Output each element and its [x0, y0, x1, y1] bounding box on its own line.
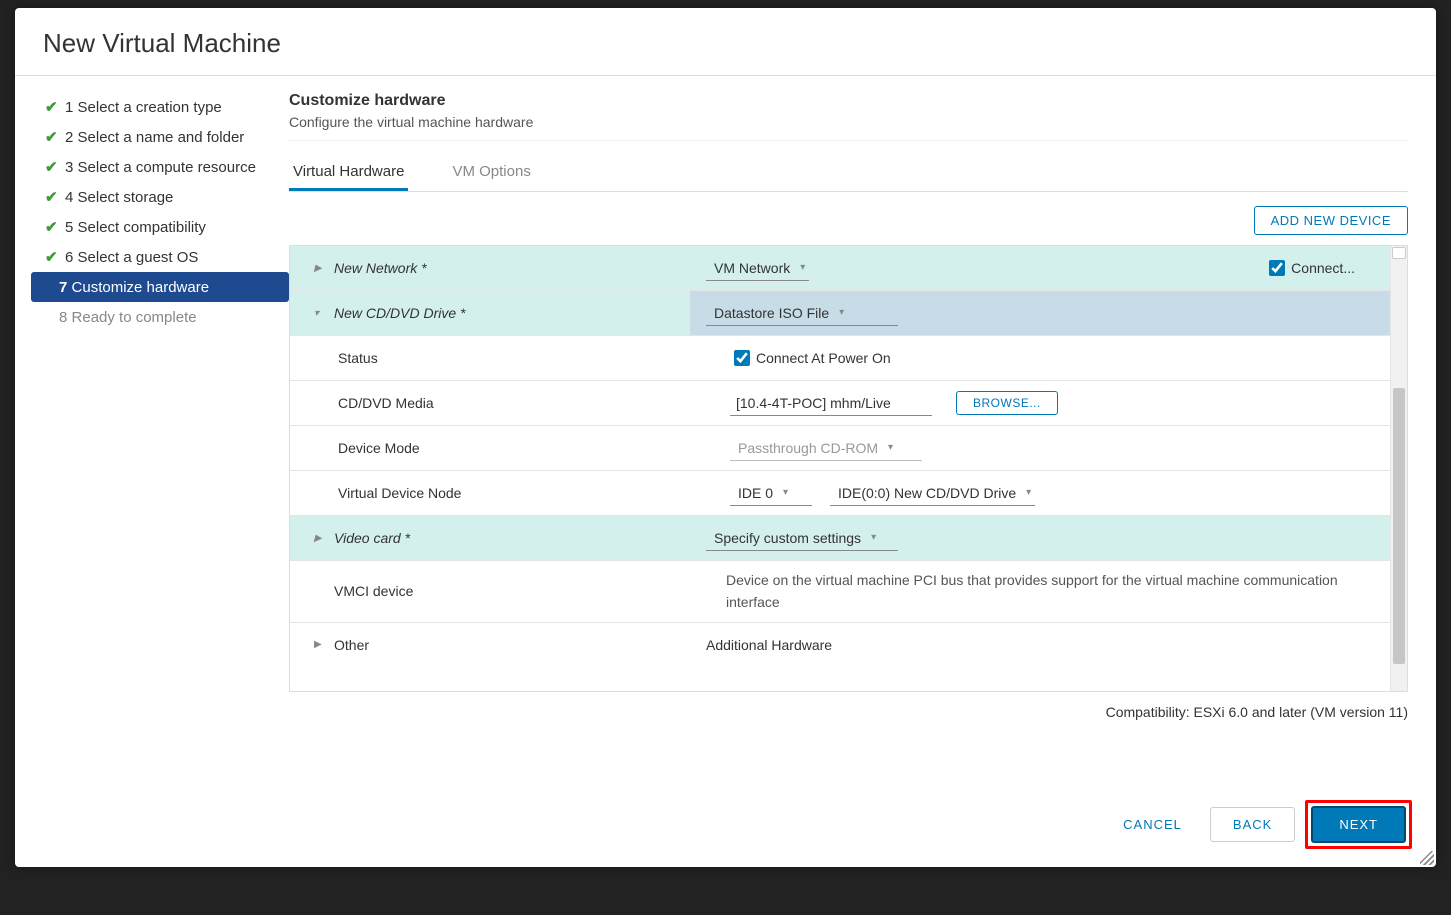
cancel-button[interactable]: CANCEL: [1105, 807, 1200, 842]
wizard-step-guest-os[interactable]: ✔6 Select a guest OS: [31, 242, 289, 272]
connect-power-on-checkbox[interactable]: [734, 350, 750, 366]
video-settings-select[interactable]: Specify custom settings▾: [706, 526, 898, 551]
network-select[interactable]: VM Network▾: [706, 256, 809, 281]
cddvd-media-input[interactable]: [730, 391, 932, 416]
scrollbar-thumb[interactable]: [1393, 388, 1405, 664]
wizard-step-customize-hw[interactable]: ✔7 Customize hardware: [31, 272, 289, 302]
chevron-down-icon: ▾: [800, 262, 805, 273]
next-highlight-box: NEXT: [1305, 800, 1412, 849]
new-vm-modal: New Virtual Machine ✔1 Select a creation…: [15, 8, 1436, 867]
caret-right-icon: ▶: [314, 263, 328, 274]
modal-title: New Virtual Machine: [15, 8, 1436, 76]
hardware-table: ▶New Network * VM Network▾ Connect... ▾N…: [289, 245, 1408, 692]
check-icon: ✔: [45, 128, 59, 146]
device-mode-select: Passthrough CD-ROM▾: [730, 436, 922, 461]
caret-right-icon: ▶: [314, 639, 328, 650]
chevron-down-icon: ▾: [888, 442, 893, 453]
ide-slot-select[interactable]: IDE(0:0) New CD/DVD Drive▾: [830, 481, 1035, 506]
chevron-down-icon: ▾: [783, 487, 788, 498]
network-connect-label: Connect...: [1291, 260, 1355, 276]
row-cddvd-status: Status Connect At Power On: [290, 336, 1391, 381]
row-cddvd[interactable]: ▾New CD/DVD Drive * Datastore ISO File▾: [290, 291, 1391, 336]
check-icon: ✔: [45, 188, 59, 206]
check-icon: ✔: [45, 218, 59, 236]
wizard-steps: ✔1 Select a creation type ✔2 Select a na…: [31, 88, 289, 786]
pane-title: Customize hardware: [289, 92, 1408, 110]
caret-right-icon: ▶: [314, 533, 328, 544]
check-icon: ✔: [45, 248, 59, 266]
chevron-down-icon: ▾: [839, 307, 844, 318]
row-new-network[interactable]: ▶New Network * VM Network▾ Connect...: [290, 246, 1391, 291]
ide-bus-select[interactable]: IDE 0▾: [730, 481, 812, 506]
wizard-step-compute[interactable]: ✔3 Select a compute resource: [31, 152, 289, 182]
scrollbar[interactable]: [1390, 246, 1407, 691]
network-connect-checkbox[interactable]: [1269, 260, 1285, 276]
pane-subtitle: Configure the virtual machine hardware: [289, 114, 1408, 141]
row-other[interactable]: ▶Other Additional Hardware: [290, 623, 1391, 667]
check-icon: ✔: [45, 98, 59, 116]
hardware-tabs: Virtual Hardware VM Options: [289, 151, 1408, 192]
browse-button[interactable]: BROWSE...: [956, 391, 1058, 415]
add-new-device-button[interactable]: ADD NEW DEVICE: [1254, 206, 1408, 235]
wizard-step-storage[interactable]: ✔4 Select storage: [31, 182, 289, 212]
row-cddvd-node: Virtual Device Node IDE 0▾ IDE(0:0) New …: [290, 471, 1391, 516]
chevron-down-icon: ▾: [1026, 487, 1031, 498]
content-pane: Customize hardware Configure the virtual…: [289, 88, 1408, 786]
modal-footer: CANCEL BACK NEXT: [15, 786, 1436, 867]
tab-vm-options[interactable]: VM Options: [448, 151, 534, 191]
check-icon: ✔: [45, 158, 59, 176]
wizard-step-compatibility[interactable]: ✔5 Select compatibility: [31, 212, 289, 242]
modal-body: ✔1 Select a creation type ✔2 Select a na…: [15, 76, 1436, 786]
resize-grip-icon[interactable]: [1420, 851, 1434, 865]
chevron-down-icon: ▾: [871, 532, 876, 543]
row-cddvd-mode: Device Mode Passthrough CD-ROM▾: [290, 426, 1391, 471]
back-button[interactable]: BACK: [1210, 807, 1295, 842]
wizard-step-ready: ✔8 Ready to complete: [31, 302, 289, 332]
cddvd-type-select[interactable]: Datastore ISO File▾: [706, 301, 898, 326]
next-button[interactable]: NEXT: [1311, 806, 1406, 843]
row-video-card[interactable]: ▶Video card * Specify custom settings▾: [290, 516, 1391, 561]
row-vmci: VMCI device Device on the virtual machin…: [290, 561, 1391, 623]
row-cddvd-media: CD/DVD Media BROWSE...: [290, 381, 1391, 426]
wizard-step-creation-type[interactable]: ✔1 Select a creation type: [31, 92, 289, 122]
wizard-step-name-folder[interactable]: ✔2 Select a name and folder: [31, 122, 289, 152]
compatibility-text: Compatibility: ESXi 6.0 and later (VM ve…: [289, 692, 1408, 720]
tab-virtual-hardware[interactable]: Virtual Hardware: [289, 151, 408, 191]
caret-down-icon: ▾: [314, 308, 328, 319]
hardware-scroll-area[interactable]: ▶New Network * VM Network▾ Connect... ▾N…: [290, 246, 1391, 691]
device-toolbar: ADD NEW DEVICE: [289, 192, 1408, 245]
